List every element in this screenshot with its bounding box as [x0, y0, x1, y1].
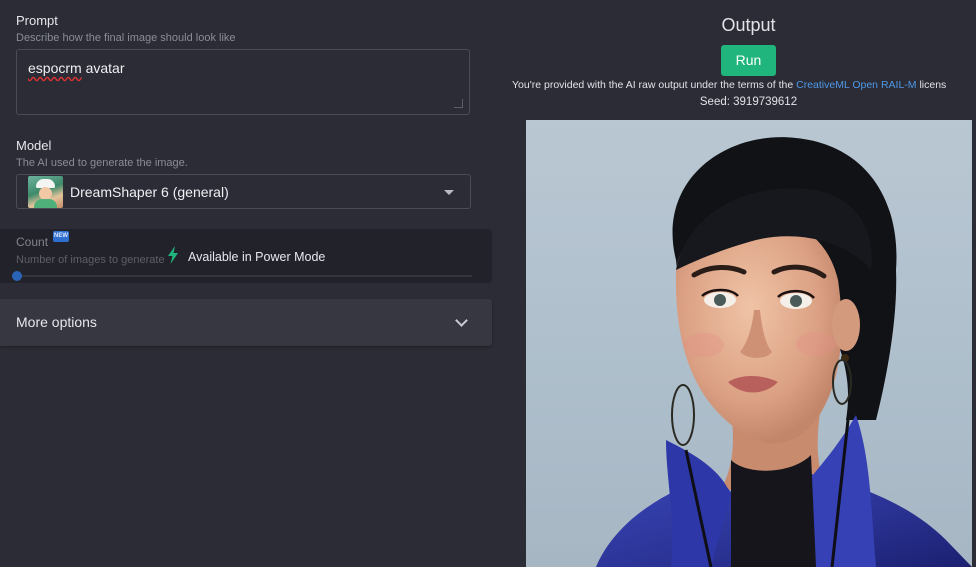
generated-portrait-image[interactable] [526, 120, 972, 567]
lightning-bolt-icon [168, 246, 178, 264]
model-title: Model [16, 138, 52, 153]
model-selected-label: DreamShaper 6 (general) [70, 184, 229, 200]
count-slider-track[interactable] [16, 275, 472, 277]
output-panel: Output Run You're provided with the AI r… [495, 0, 976, 567]
count-description: Number of images to generate [16, 254, 165, 266]
count-panel: Count NEW Number of images to generate A… [0, 229, 492, 283]
seed-value: Seed: 3919739612 [699, 96, 798, 108]
more-options-toggle[interactable]: More options [0, 299, 492, 346]
prompt-title: Prompt [16, 13, 58, 28]
count-slider-thumb[interactable] [12, 271, 22, 281]
prompt-textarea[interactable]: espocrm avatar [16, 49, 470, 115]
chevron-down-icon [455, 314, 468, 327]
license-suffix: licens [916, 79, 947, 91]
prompt-text-rest: avatar [81, 60, 125, 76]
count-title: Count [16, 235, 49, 249]
license-link[interactable]: CreativeML Open RAIL-M [796, 79, 916, 91]
settings-panel: Prompt Describe how the final image shou… [0, 0, 495, 567]
run-button[interactable]: Run [721, 45, 776, 76]
model-select[interactable]: DreamShaper 6 (general) [16, 174, 471, 209]
portrait-illustration [596, 137, 972, 567]
prompt-description: Describe how the final image should look… [16, 32, 236, 44]
new-badge: NEW [53, 231, 69, 242]
output-title: Output [721, 15, 776, 35]
more-options-label: More options [16, 314, 97, 330]
prompt-text: espocrm avatar [28, 60, 125, 76]
prompt-misspelled-word: espocrm [28, 60, 82, 76]
model-thumbnail [28, 176, 63, 208]
dropdown-arrow-icon [444, 190, 454, 195]
power-mode-label: Available in Power Mode [188, 250, 326, 264]
model-description: The AI used to generate the image. [16, 157, 188, 169]
resize-grip-icon[interactable] [454, 99, 463, 108]
license-notice: You're provided with the AI raw output u… [512, 79, 946, 91]
license-prefix: You're provided with the AI raw output u… [512, 79, 797, 91]
